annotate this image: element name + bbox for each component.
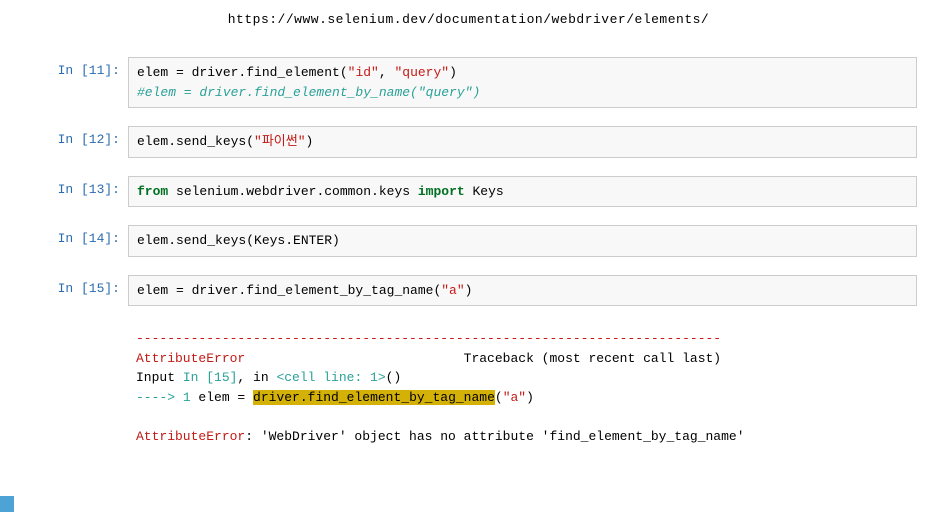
code-frag: ( [495,390,503,405]
code-input[interactable]: elem = driver.find_element("id", "query"… [128,57,917,108]
input-ref: In [15] [183,370,238,385]
cell-15-output: ----------------------------------------… [40,324,917,451]
error-message: : 'WebDriver' object has no attribute 'f… [245,429,744,444]
cell-line-ref: <cell line: 1> [276,370,385,385]
cell-11: In [11]: elem = driver.find_element("id"… [40,57,917,108]
string-literal: "query" [394,65,449,80]
input-label: Input [136,370,183,385]
error-separator: ----------------------------------------… [136,331,721,346]
input-comma: , in [237,370,276,385]
parens: () [386,370,402,385]
string-literal: "a" [441,283,464,298]
code-input[interactable]: elem.send_keys(Keys.ENTER) [128,225,917,257]
code-text: elem.send_keys(Keys.ENTER) [137,233,340,248]
code-text: selenium.webdriver.common.keys [168,184,418,199]
url-text: https://www.selenium.dev/documentation/w… [0,0,937,57]
cell-prompt: In [12]: [40,126,128,158]
keyword: import [418,184,465,199]
cell-prompt: In [15]: [40,275,128,307]
cell-15: In [15]: elem = driver.find_element_by_t… [40,275,917,307]
cell-12: In [12]: elem.send_keys("파이썬") [40,126,917,158]
scroll-accent [0,496,14,512]
code-input[interactable]: elem.send_keys("파이썬") [128,126,917,158]
code-text: Keys [465,184,504,199]
code-text: , [379,65,395,80]
line-number: 1 [183,390,191,405]
cell-14: In [14]: elem.send_keys(Keys.ENTER) [40,225,917,257]
string-literal: "a" [503,390,526,405]
code-frag: ) [526,390,534,405]
error-name-final: AttributeError [136,429,245,444]
code-text: elem = driver.find_element( [137,65,348,80]
cell-prompt: In [13]: [40,176,128,208]
code-text: ) [306,134,314,149]
cell-prompt: In [11]: [40,57,128,108]
error-name: AttributeError [136,351,245,366]
notebook-cells: In [11]: elem = driver.find_element("id"… [0,57,937,451]
cell-prompt: In [14]: [40,225,128,257]
error-arrow: ----> [136,390,183,405]
code-input[interactable]: elem = driver.find_element_by_tag_name("… [128,275,917,307]
keyword: from [137,184,168,199]
code-text: ) [465,283,473,298]
string-literal: "파이썬" [254,134,305,149]
code-text: elem.send_keys( [137,134,254,149]
code-text: ) [449,65,457,80]
code-frag: elem = [191,390,253,405]
cell-13: In [13]: from selenium.webdriver.common.… [40,176,917,208]
code-input[interactable]: from selenium.webdriver.common.keys impo… [128,176,917,208]
code-text: elem = driver.find_element_by_tag_name( [137,283,441,298]
code-comment: #elem = driver.find_element_by_name("que… [137,85,480,100]
error-output: ----------------------------------------… [128,324,917,451]
string-literal: "id" [348,65,379,80]
traceback-label: Traceback (most recent call last) [464,351,721,366]
highlighted-code: driver.find_element_by_tag_name [253,390,495,405]
output-prompt [40,324,128,451]
